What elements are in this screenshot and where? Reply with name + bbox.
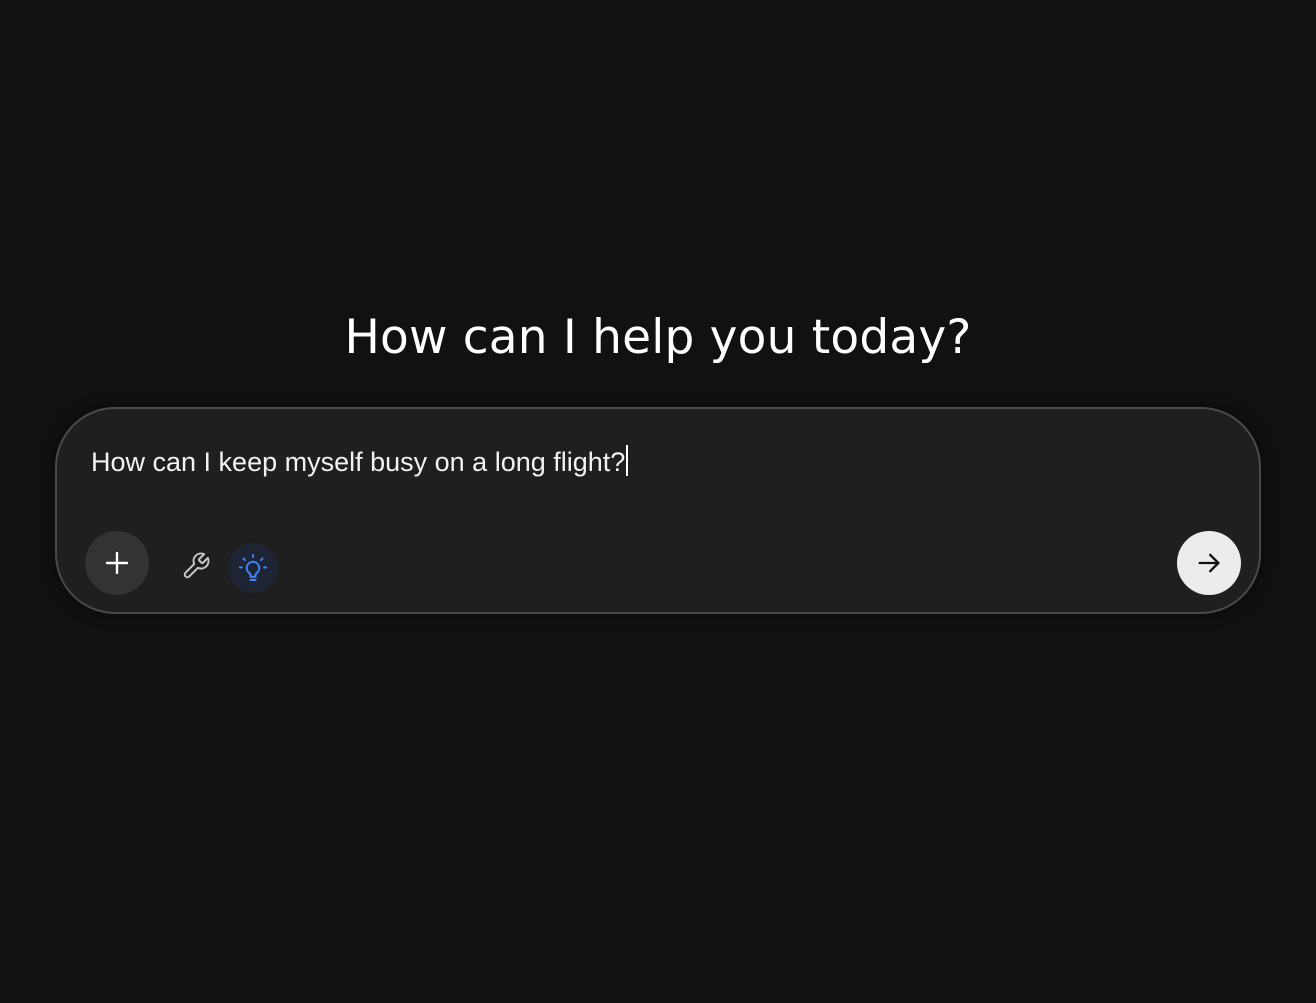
add-attachment-button[interactable] bbox=[85, 531, 149, 595]
send-button[interactable] bbox=[1177, 531, 1241, 595]
prompt-input-value: How can I keep myself busy on a long fli… bbox=[91, 447, 626, 477]
tools-button[interactable] bbox=[177, 547, 215, 585]
arrow-right-icon bbox=[1195, 549, 1223, 577]
text-caret bbox=[626, 445, 629, 476]
lightbulb-icon bbox=[238, 553, 268, 583]
page-title: How can I help you today? bbox=[344, 310, 972, 365]
prompt-input[interactable]: How can I keep myself busy on a long fli… bbox=[91, 444, 629, 480]
wrench-icon bbox=[181, 551, 211, 581]
prompt-composer: How can I keep myself busy on a long fli… bbox=[55, 407, 1261, 614]
extended-thinking-toggle[interactable] bbox=[228, 543, 278, 593]
plus-icon bbox=[104, 550, 130, 576]
